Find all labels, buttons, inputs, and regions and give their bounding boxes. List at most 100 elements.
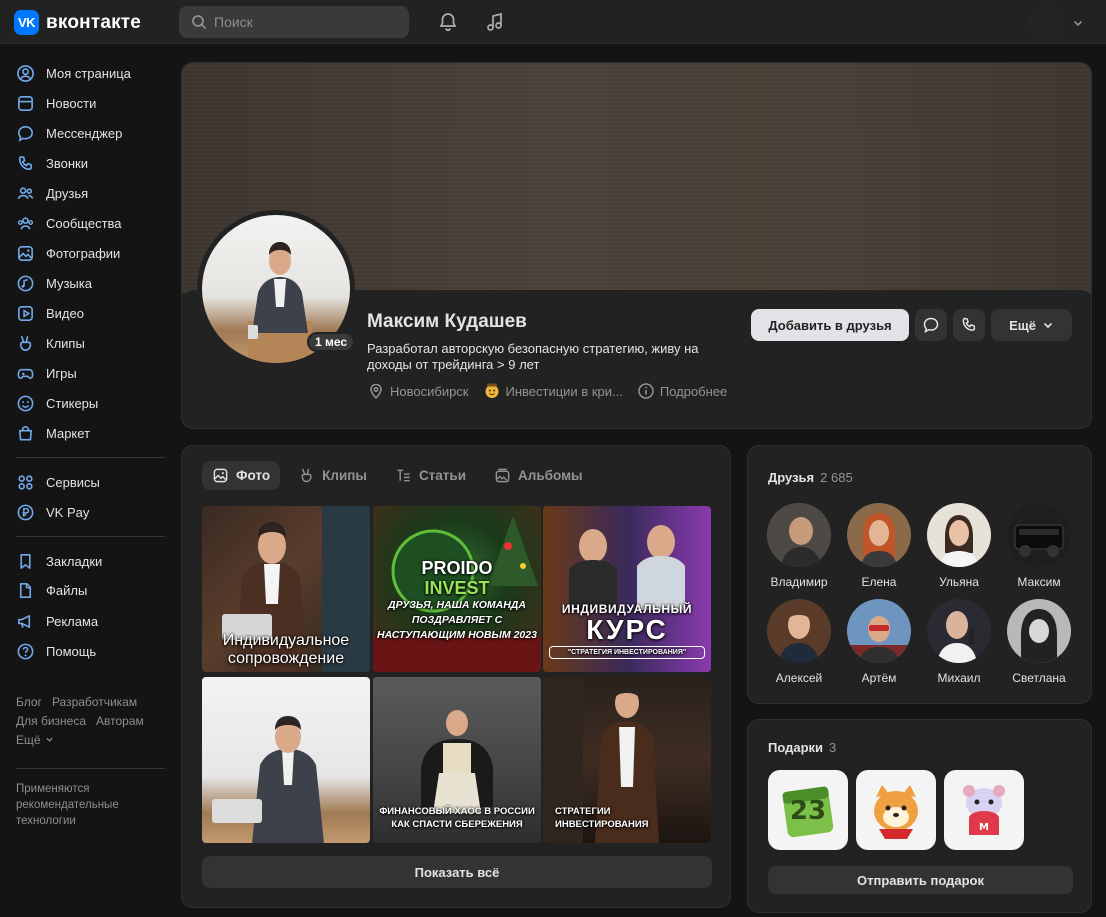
friend-item[interactable]: Алексей <box>759 599 839 685</box>
profile-interest-label: Инвестиции в кри... <box>505 383 623 399</box>
friend-name: Светлана <box>1012 671 1066 685</box>
article-icon <box>397 469 410 482</box>
friends-title[interactable]: Друзья 2 685 <box>768 470 853 485</box>
help-icon <box>17 643 34 659</box>
album-icon <box>495 468 510 483</box>
sidebar-item-market[interactable]: Маркет <box>16 420 90 446</box>
profile-details-label: Подробнее <box>659 383 728 399</box>
search-input[interactable] <box>214 14 394 30</box>
sidebar-item-clips[interactable]: Клипы <box>16 330 85 356</box>
tab-albums[interactable]: Альбомы <box>484 461 593 490</box>
photo-logo-bottom: INVEST <box>424 578 490 598</box>
sidebar-item-help[interactable]: Помощь <box>16 638 96 664</box>
services-icon <box>18 474 33 490</box>
photo-caption: ФИНАНСОВЫЙ ХАОС В РОССИИ КАК СПАСТИ СБЕР… <box>379 806 535 830</box>
show-all-photos-button[interactable]: Показать всё <box>202 856 712 888</box>
bell-icon[interactable] <box>436 10 460 34</box>
photo-thumbnail[interactable]: СТРАТЕГИИ ИНВЕСТИРОВАНИЯ <box>543 677 711 843</box>
avatar <box>1007 599 1071 663</box>
tab-label: Альбомы <box>518 468 583 483</box>
sidebar-item-bookmarks[interactable]: Закладки <box>16 548 102 574</box>
sidebar-item-vk-pay[interactable]: VK Pay <box>16 499 89 525</box>
sidebar-item-stickers[interactable]: Стикеры <box>16 390 98 416</box>
photo-thumbnail[interactable] <box>202 677 370 843</box>
info-icon <box>638 383 654 399</box>
sidebar-item-files[interactable]: Файлы <box>16 577 87 603</box>
music-note-icon[interactable] <box>483 10 507 34</box>
friend-item[interactable]: Михаил <box>919 599 999 685</box>
friend-item[interactable]: Елена <box>839 503 919 589</box>
sidebar-item-messenger[interactable]: Мессенджер <box>16 120 122 146</box>
friend-item[interactable]: Артём <box>839 599 919 685</box>
sidebar-item-video[interactable]: Видео <box>16 300 84 326</box>
send-gift-button[interactable]: Отправить подарок <box>768 866 1073 894</box>
add-friend-button[interactable]: Добавить в друзья <box>751 309 909 341</box>
sidebar-item-music[interactable]: Музыка <box>16 270 92 296</box>
clips-icon <box>19 335 32 351</box>
friends-card: Друзья 2 685 Владимир Елена Ульяна Максим… <box>747 445 1092 704</box>
footer-link-developers[interactable]: Разработчикам <box>52 695 137 709</box>
photo-caption-sub: "СТРАТЕГИЯ ИНВЕСТИРОВАНИЯ" <box>549 646 705 659</box>
sidebar-item-my-page[interactable]: Моя страница <box>16 60 131 86</box>
sidebar-item-services[interactable]: Сервисы <box>16 469 100 495</box>
message-button[interactable] <box>915 309 947 341</box>
calendar-gift-icon[interactable]: 23 <box>768 770 848 850</box>
bag-icon <box>18 425 33 440</box>
tab-photos[interactable]: Фото <box>202 461 281 490</box>
profile-interest[interactable]: Инвестиции в кри... <box>483 382 623 400</box>
more-actions-label: Ещё <box>1009 317 1036 333</box>
friend-item[interactable]: Светлана <box>999 599 1079 685</box>
shiba-gift-icon[interactable] <box>856 770 936 850</box>
footer-link-business[interactable]: Для бизнеса <box>16 714 86 728</box>
vk-logo-mark: VK <box>14 10 39 35</box>
call-button[interactable] <box>953 309 985 341</box>
media-tabs: Фото Клипы Статьи Альбомы <box>202 461 593 490</box>
avatar <box>927 503 991 567</box>
sidebar-item-news[interactable]: Новости <box>16 90 96 116</box>
location-pin-icon <box>370 383 382 400</box>
friends-count: 2 685 <box>820 470 853 485</box>
sidebar-item-photos[interactable]: Фотографии <box>16 240 120 266</box>
friend-item[interactable]: Ульяна <box>919 503 999 589</box>
user-menu[interactable] <box>1028 5 1084 41</box>
friend-item[interactable]: Максим <box>999 503 1079 589</box>
avatar <box>767 503 831 567</box>
tab-articles[interactable]: Статьи <box>385 461 476 490</box>
sidebar-item-ads[interactable]: Реклама <box>16 608 98 634</box>
sidebar-item-games[interactable]: Игры <box>16 360 77 386</box>
friend-name: Артём <box>861 671 897 685</box>
user-circle-icon <box>17 64 34 82</box>
sidebar-item-label: Друзья <box>46 185 89 201</box>
footer-more[interactable]: Ещё <box>16 731 176 750</box>
sidebar-item-calls[interactable]: Звонки <box>16 150 88 176</box>
photo-thumbnail[interactable]: ФИНАНСОВЫЙ ХАОС В РОССИИ КАК СПАСТИ СБЕР… <box>373 677 541 843</box>
sidebar-item-label: Моя страница <box>46 65 131 81</box>
gifts-title[interactable]: Подарки 3 <box>768 740 836 755</box>
profile-details-link[interactable]: Подробнее <box>637 382 727 400</box>
photo-thumbnail[interactable]: ИНДИВИДУАЛЬНЫЙ КУРС "СТРАТЕГИЯ ИНВЕСТИРО… <box>543 506 711 672</box>
vk-logo[interactable]: VK вконтакте <box>14 10 141 35</box>
sidebar-item-label: Игры <box>46 365 77 381</box>
footer-link-authors[interactable]: Авторам <box>96 714 144 728</box>
pay-icon <box>17 504 34 520</box>
friend-item[interactable]: Владимир <box>759 503 839 589</box>
avatar-time-badge: 1 мес <box>307 332 356 352</box>
phone-icon <box>962 317 976 331</box>
profile-status: Разработал авторскую безопасную стратеги… <box>367 341 699 372</box>
sidebar-item-communities[interactable]: Сообщества <box>16 210 122 236</box>
photo-4-illustration <box>212 716 324 843</box>
tab-label: Статьи <box>418 468 467 483</box>
photo-caption: СТРАТЕГИИ ИНВЕСТИРОВАНИЯ <box>555 806 649 830</box>
hamster-gift-icon[interactable]: M <box>944 770 1024 850</box>
photo-thumbnail[interactable]: Индивидуальное сопровождение <box>202 506 370 672</box>
photo-icon <box>213 468 228 483</box>
tab-clips[interactable]: Клипы <box>288 461 377 490</box>
footer-link-blog[interactable]: Блог <box>16 695 42 709</box>
profile-meta: Новосибирск Инвестиции в кри... Подробне… <box>367 382 727 400</box>
sidebar-item-friends[interactable]: Друзья <box>16 180 88 206</box>
vk-logo-text: вконтакте <box>46 11 142 33</box>
profile-city[interactable]: Новосибирск <box>367 382 469 400</box>
photo-thumbnail[interactable]: PROIDO INVEST ДРУЗЬЯ, НАША КОМАНДА ПОЗДР… <box>373 506 541 672</box>
more-actions-button[interactable]: Ещё <box>991 309 1072 341</box>
search-box[interactable] <box>179 6 409 38</box>
